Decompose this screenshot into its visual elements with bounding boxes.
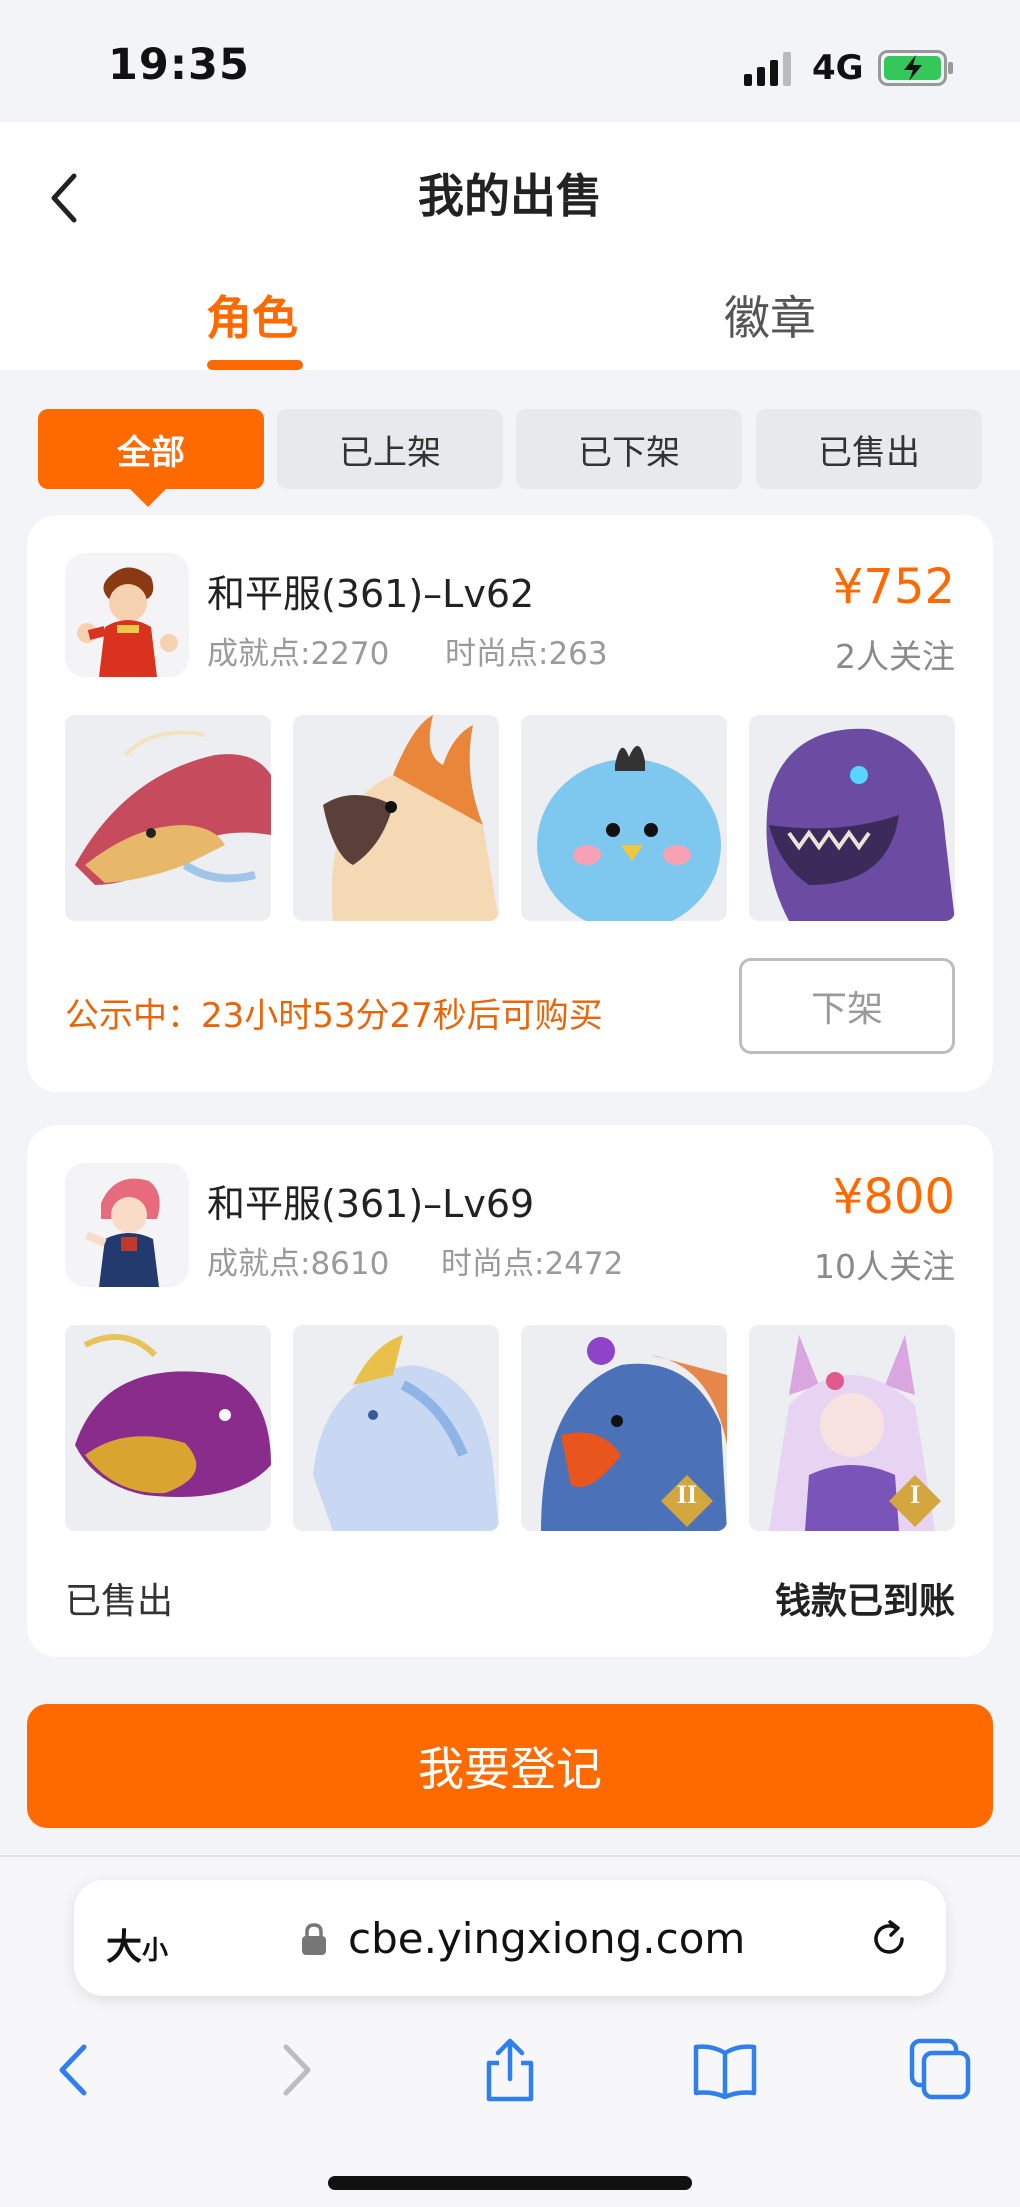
item-thumbnails — [65, 715, 955, 921]
purple-whale-thumbnail[interactable] — [65, 1325, 271, 1531]
page-header: 我的出售 角色 徽章 — [0, 122, 1020, 370]
battery-charging-icon — [878, 50, 953, 86]
register-button[interactable]: 我要登记 — [27, 1704, 993, 1828]
listing-card[interactable]: 和平服(361)–Lv69 成就点:8610 时尚点:2472 ¥800 10人… — [27, 1125, 993, 1657]
page-title: 我的出售 — [418, 169, 602, 223]
character-avatar — [65, 1163, 189, 1287]
eagle-mount-thumbnail[interactable]: II — [521, 1325, 727, 1531]
home-indicator — [328, 2176, 692, 2190]
url-text: cbe.yingxiong.com — [348, 1914, 746, 1963]
listing-card[interactable]: 和平服(361)–Lv62 成就点:2270 时尚点:263 ¥752 2人关注 — [27, 515, 993, 1092]
signal-icon — [744, 52, 791, 86]
status-time: 19:35 — [108, 40, 250, 90]
sold-status: 已售出 — [65, 1581, 174, 1622]
ice-qilin-thumbnail[interactable] — [293, 1325, 499, 1531]
filter-sold[interactable]: 已售出 — [756, 409, 982, 489]
achievement-points: 成就点:2270 — [207, 636, 390, 672]
fashion-points: 时尚点:263 — [445, 636, 608, 672]
payment-status: 钱款已到账 — [774, 1581, 955, 1622]
network-label: 4G — [812, 48, 864, 88]
server-level: 和平服(361)–Lv62 — [207, 572, 535, 616]
price: ¥752 — [832, 559, 955, 615]
filter-all[interactable]: 全部 — [38, 409, 264, 507]
fashion-points: 时尚点:2472 — [441, 1246, 624, 1282]
reload-icon[interactable] — [866, 1916, 912, 1962]
item-thumbnails: II I — [65, 1325, 955, 1531]
fox-fairy-thumbnail[interactable]: I — [749, 1325, 955, 1531]
text-size-button[interactable]: 大小 — [106, 1918, 168, 1970]
character-avatar — [65, 553, 189, 677]
dragon-thumbnail[interactable] — [65, 715, 271, 921]
tab-role[interactable]: 角色 — [206, 282, 298, 348]
blue-bird-thumbnail[interactable] — [521, 715, 727, 921]
lock-icon — [302, 1923, 326, 1955]
browser-forward-icon[interactable] — [260, 2035, 330, 2105]
text-size-small-label: 小 — [142, 1936, 169, 1966]
achievement-points: 成就点:8610 — [207, 1246, 390, 1282]
tab-badge[interactable]: 徽章 — [724, 282, 816, 348]
phoenix-thumbnail[interactable] — [293, 715, 499, 921]
price: ¥800 — [832, 1169, 955, 1225]
purple-dinosaur-thumbnail[interactable] — [749, 715, 955, 921]
delist-button[interactable]: 下架 — [739, 958, 955, 1054]
bookmarks-icon[interactable] — [690, 2035, 760, 2105]
share-icon[interactable] — [475, 2035, 545, 2105]
browser-toolbar: 大小 cbe.yingxiong.com — [0, 1855, 1020, 2207]
filter-delisted[interactable]: 已下架 — [516, 409, 742, 489]
status-bar: 19:35 4G — [0, 0, 1020, 122]
address-bar[interactable]: 大小 cbe.yingxiong.com — [74, 1880, 946, 1996]
text-size-label: 大 — [106, 1927, 143, 1968]
follower-count: 10人关注 — [814, 1247, 955, 1286]
active-tab-indicator — [207, 360, 303, 370]
tier-badge: II — [676, 1480, 698, 1509]
tabs-icon[interactable] — [906, 2035, 976, 2105]
browser-back-icon[interactable] — [40, 2035, 110, 2105]
follower-count: 2人关注 — [835, 637, 955, 676]
filter-listed[interactable]: 已上架 — [277, 409, 503, 489]
publicity-notice: 公示中：23小时53分27秒后可购买 — [65, 996, 603, 1036]
status-filter-bar: 全部 已上架 已下架 已售出 — [38, 409, 982, 507]
tier-badge: I — [909, 1480, 921, 1509]
server-level: 和平服(361)–Lv69 — [207, 1182, 535, 1226]
